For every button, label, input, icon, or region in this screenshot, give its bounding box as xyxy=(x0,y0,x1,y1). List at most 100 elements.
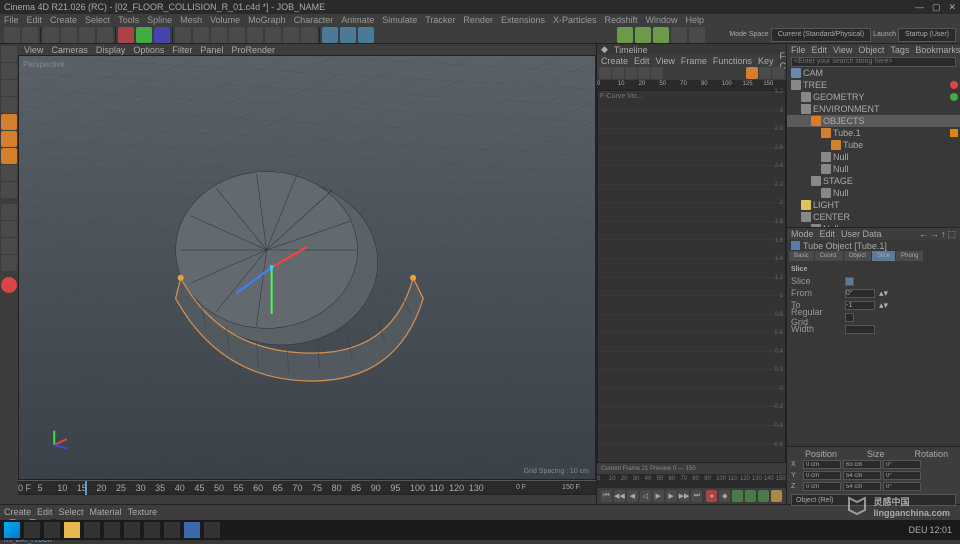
from-stepper-icon[interactable]: ▴▾ xyxy=(879,288,888,299)
fc-tool-3[interactable] xyxy=(625,67,637,79)
start-button[interactable] xyxy=(4,522,20,538)
xaxis-button[interactable] xyxy=(118,27,134,43)
3d-viewport[interactable]: Perspective Grid Spacing : 10 cm xyxy=(18,55,596,480)
tl-menu-functions[interactable]: Functions xyxy=(713,56,752,66)
menu-volume[interactable]: Volume xyxy=(210,15,240,25)
scale-tool[interactable] xyxy=(79,27,95,43)
om-menu-view[interactable]: View xyxy=(833,45,852,55)
app-icon-5[interactable] xyxy=(204,522,220,538)
environment-button[interactable] xyxy=(265,27,281,43)
spline-primitive[interactable] xyxy=(193,27,209,43)
attr-back-icon[interactable]: ← xyxy=(919,229,928,240)
menu-file[interactable]: File xyxy=(4,15,19,25)
yaxis-button[interactable] xyxy=(136,27,152,43)
c4d-taskbar-icon[interactable] xyxy=(184,522,200,538)
next-frame-button[interactable]: ▶ xyxy=(666,490,677,502)
om-menu-file[interactable]: File xyxy=(791,45,806,55)
fcurve-ruler[interactable]: 01020507090100125150 xyxy=(597,80,786,90)
tl-menu-view[interactable]: View xyxy=(656,56,675,66)
search-icon[interactable] xyxy=(24,522,40,538)
slice-checkbox[interactable] xyxy=(845,277,854,286)
coord-r-x[interactable] xyxy=(883,460,921,469)
maximize-icon[interactable]: ▢ xyxy=(932,2,941,13)
play-button[interactable]: ▶ xyxy=(653,490,664,502)
menu-x-particles[interactable]: X-Particles xyxy=(553,15,597,25)
mat-menu-texture[interactable]: Texture xyxy=(128,507,158,517)
xp-button-1[interactable] xyxy=(617,27,633,43)
vmenu-display[interactable]: Display xyxy=(96,45,126,55)
vmenu-cameras[interactable]: Cameras xyxy=(51,45,88,55)
coord-p-y[interactable] xyxy=(803,471,841,480)
minimize-icon[interactable]: — xyxy=(915,2,924,13)
axis-button[interactable] xyxy=(1,165,17,181)
edge-mode-button[interactable] xyxy=(1,131,17,147)
nurbs-primitive[interactable] xyxy=(211,27,227,43)
om-item[interactable]: GEOMETRY xyxy=(787,91,960,103)
cube-primitive[interactable] xyxy=(175,27,191,43)
to-input[interactable] xyxy=(845,301,875,310)
texture-mode-button[interactable] xyxy=(1,80,17,96)
om-item[interactable]: ENVIRONMENT xyxy=(787,103,960,115)
menu-animate[interactable]: Animate xyxy=(341,15,374,25)
object-manager-tree[interactable]: CAMTREEGEOMETRYENVIRONMENTOBJECTSTube.1T… xyxy=(787,67,960,227)
om-menu-tags[interactable]: Tags xyxy=(890,45,909,55)
generator-button[interactable] xyxy=(229,27,245,43)
om-item[interactable]: CAM xyxy=(787,67,960,79)
menu-redshift[interactable]: Redshift xyxy=(605,15,638,25)
om-item[interactable]: OBJECTS xyxy=(787,115,960,127)
width-input[interactable] xyxy=(845,325,875,334)
fc-tool-5[interactable] xyxy=(651,67,663,79)
xp-button-2[interactable] xyxy=(635,27,651,43)
prev-frame-button[interactable]: ◀ xyxy=(627,490,638,502)
fcurve-editor[interactable]: F-Curve Mo... 3.232.82.62.42.221.81.61.4… xyxy=(597,90,786,463)
om-search-input[interactable] xyxy=(791,57,956,67)
vmenu-prorender[interactable]: ProRender xyxy=(231,45,275,55)
om-menu-bookmarks[interactable]: Bookmarks xyxy=(915,45,960,55)
menu-select[interactable]: Select xyxy=(85,15,110,25)
om-item[interactable]: CENTER xyxy=(787,211,960,223)
tl-menu-edit[interactable]: Edit xyxy=(634,56,650,66)
regular-grid-checkbox[interactable] xyxy=(845,313,854,322)
menu-tracker[interactable]: Tracker xyxy=(425,15,455,25)
workplane-snap-button[interactable] xyxy=(1,221,17,237)
key-scale-button[interactable] xyxy=(745,490,756,502)
zaxis-button[interactable] xyxy=(154,27,170,43)
menu-spline[interactable]: Spline xyxy=(147,15,172,25)
om-item[interactable]: Tube xyxy=(787,139,960,151)
to-stepper-icon[interactable]: ▴▾ xyxy=(879,300,888,311)
om-tag-icon[interactable] xyxy=(950,81,958,89)
xp-button-3[interactable] xyxy=(653,27,669,43)
om-item[interactable]: STAGE xyxy=(787,175,960,187)
menu-render[interactable]: Render xyxy=(463,15,493,25)
fc-tool-6[interactable] xyxy=(759,67,771,79)
render-settings-button[interactable] xyxy=(340,27,356,43)
fc-tool-4[interactable] xyxy=(638,67,650,79)
make-editable-button[interactable] xyxy=(1,46,17,62)
fc-tool-7[interactable] xyxy=(772,67,784,79)
attr-menu-user-data[interactable]: User Data xyxy=(841,229,882,239)
key-pos-button[interactable] xyxy=(732,490,743,502)
app-icon-2[interactable] xyxy=(124,522,140,538)
close-icon[interactable]: ✕ xyxy=(948,2,956,13)
coord-s-x[interactable] xyxy=(843,460,881,469)
windows-taskbar[interactable]: DEU 12:01 xyxy=(0,520,960,540)
coord-r-z[interactable] xyxy=(883,482,921,491)
move-tool[interactable] xyxy=(61,27,77,43)
rotate-tool[interactable] xyxy=(97,27,113,43)
attr-menu-mode[interactable]: Mode xyxy=(791,229,814,239)
locked-workplane-button[interactable] xyxy=(1,238,17,254)
task-view-icon[interactable] xyxy=(44,522,60,538)
mat-menu-select[interactable]: Select xyxy=(59,507,84,517)
tl-menu-create[interactable]: Create xyxy=(601,56,628,66)
menu-simulate[interactable]: Simulate xyxy=(382,15,417,25)
select-tool[interactable] xyxy=(43,27,59,43)
snap-button[interactable] xyxy=(1,204,17,220)
model-mode-button[interactable] xyxy=(1,63,17,79)
timeline-scrub[interactable] xyxy=(18,494,596,504)
redo-button[interactable] xyxy=(22,27,38,43)
mat-menu-material[interactable]: Material xyxy=(90,507,122,517)
om-tag-icon[interactable] xyxy=(950,93,958,101)
point-mode-button[interactable] xyxy=(1,114,17,130)
attr-menu-edit[interactable]: Edit xyxy=(820,229,836,239)
menu-create[interactable]: Create xyxy=(50,15,77,25)
